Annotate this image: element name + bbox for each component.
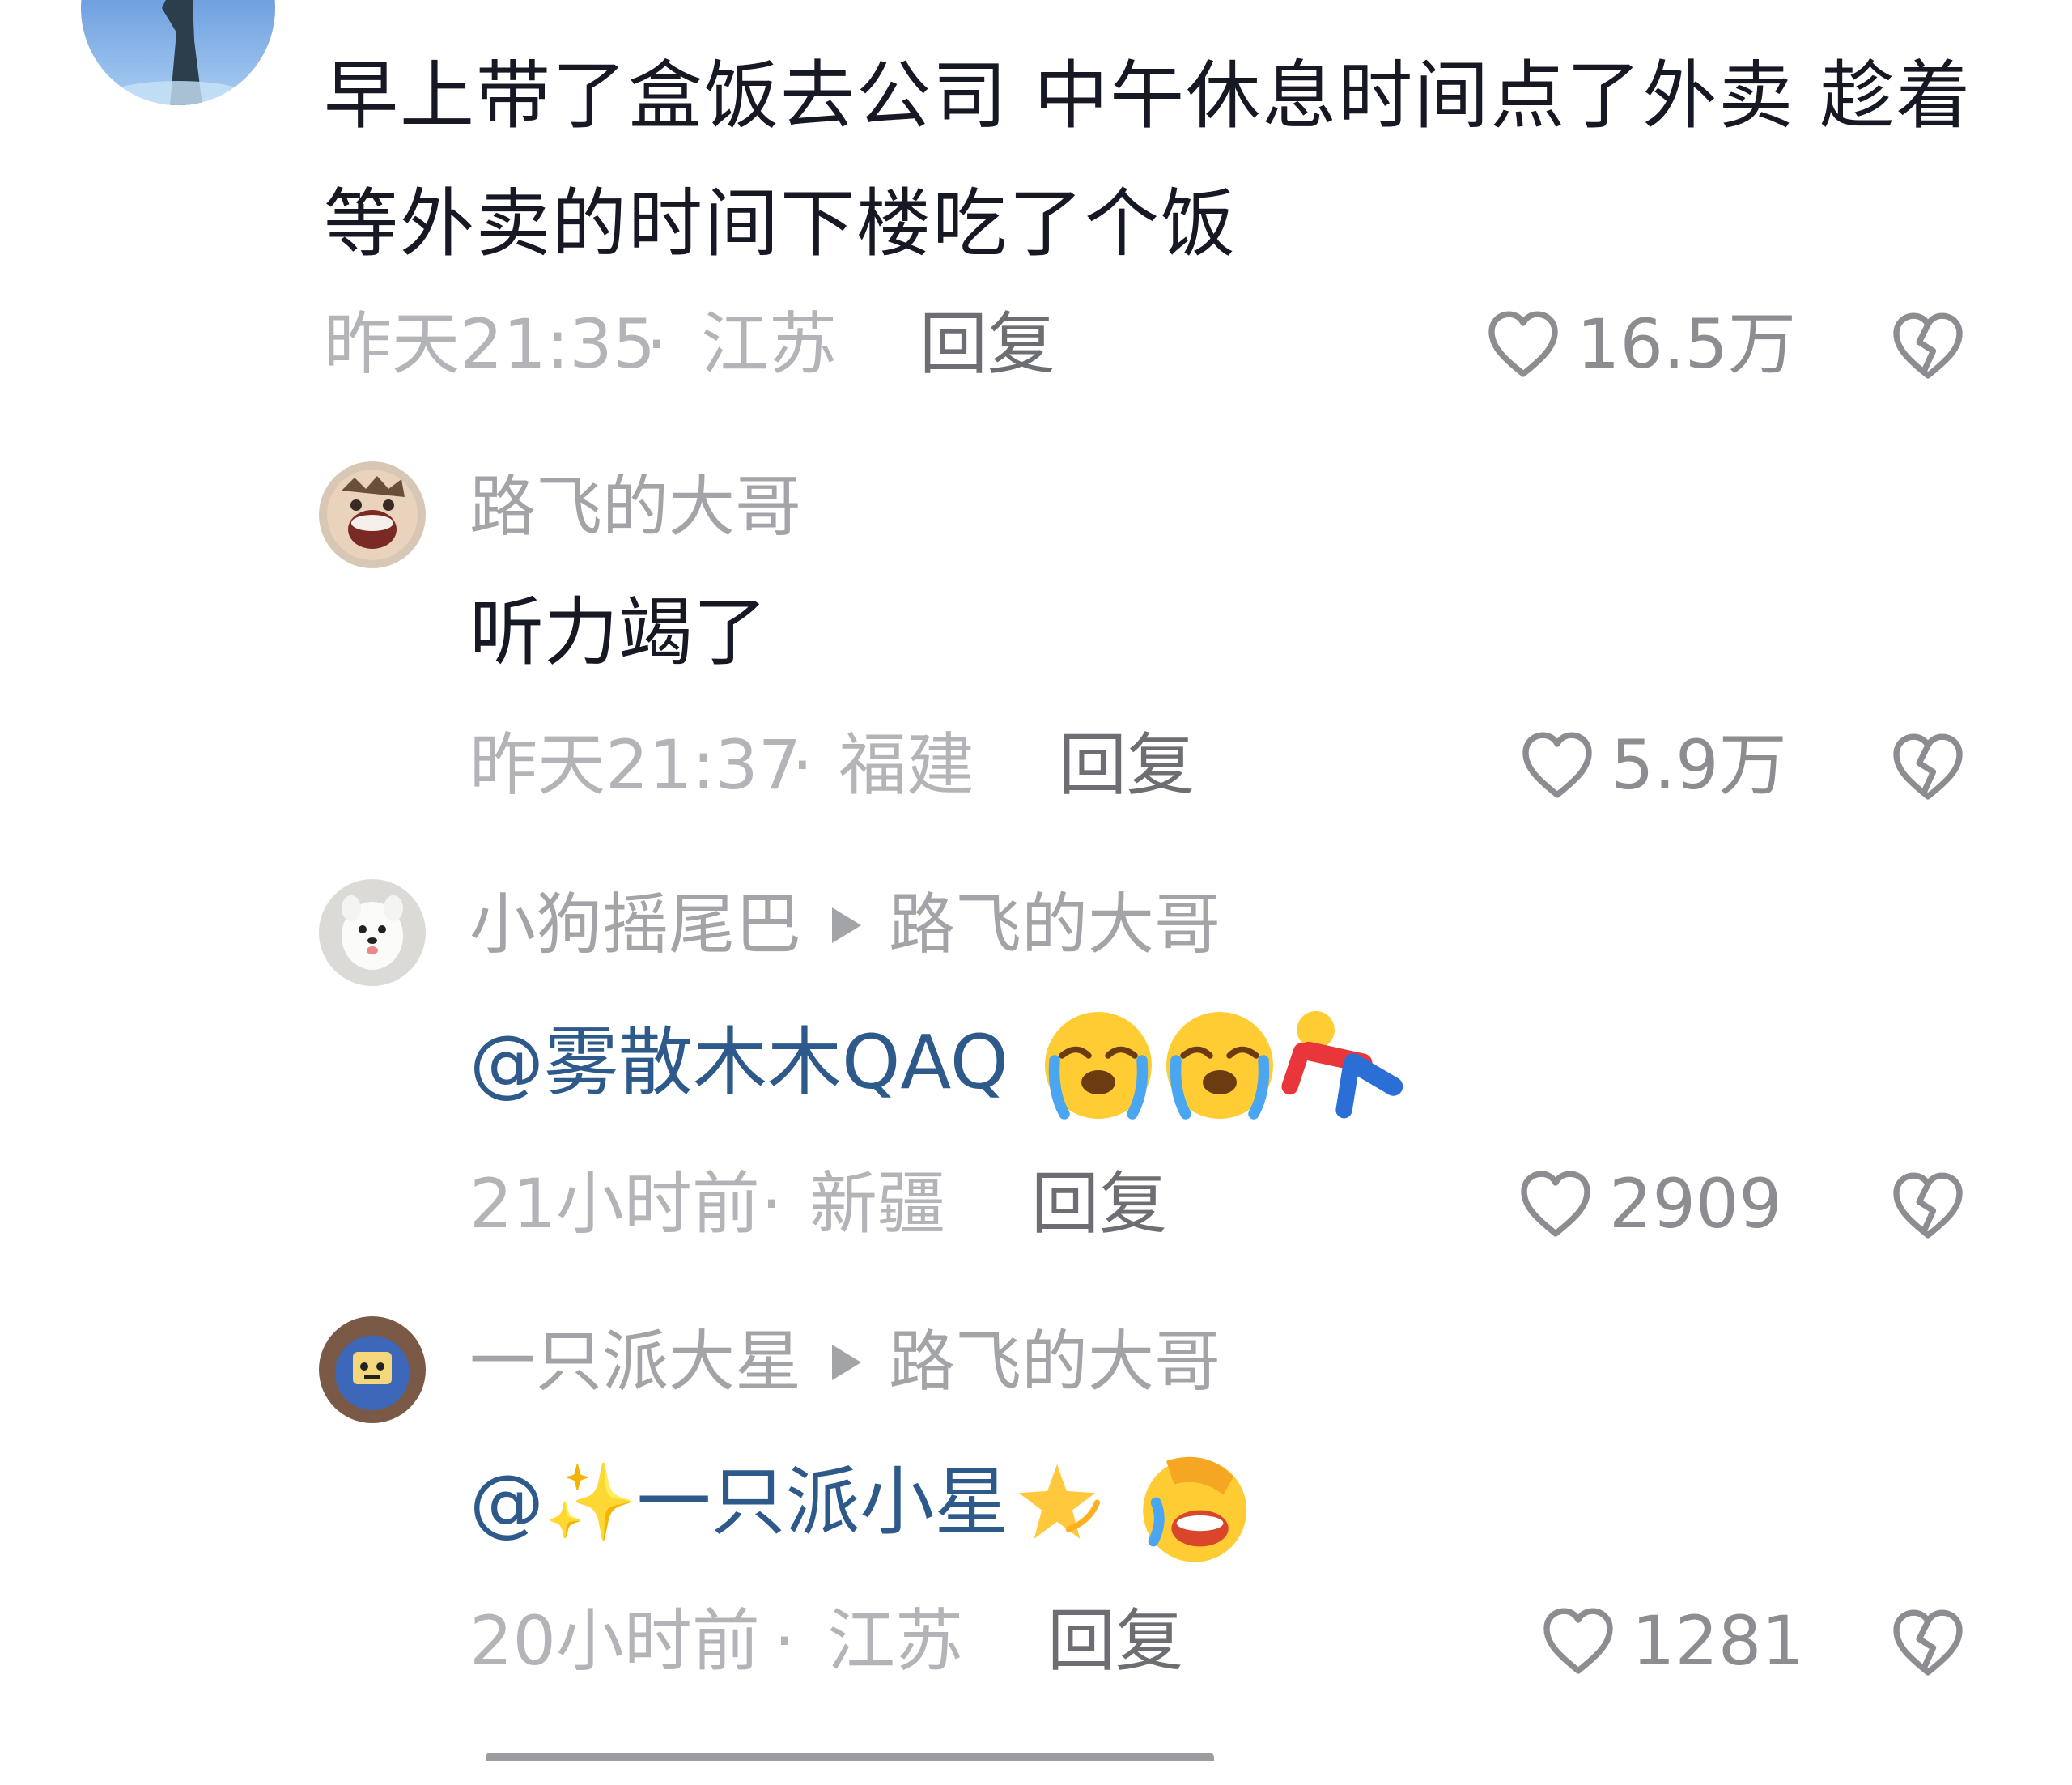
reply-arrow-icon — [832, 1345, 862, 1380]
reply-button[interactable]: 回复 — [1059, 720, 1195, 810]
avatar[interactable] — [81, 0, 275, 105]
heart-icon — [1521, 1171, 1590, 1237]
comment-meta: 昨天21:37 · 福建 回复 5.9万 — [469, 720, 2072, 810]
comment-meta: 21小时前 · 新疆 回复 2909 — [469, 1159, 2072, 1248]
crying-face-icon — [1166, 1012, 1274, 1120]
like-button[interactable]: 16.5万 — [1481, 300, 1796, 389]
comment-location: 新疆 — [809, 1164, 946, 1243]
author-name[interactable]: 路飞的大哥 — [469, 463, 801, 552]
comment-meta: 20小时前 · 江苏 回复 1281 — [469, 1596, 2072, 1685]
reply-author[interactable]: 一只派大星 路飞的大哥 — [469, 1318, 1221, 1407]
comment-time: 昨天21:35 — [324, 304, 656, 384]
heart-icon — [1522, 732, 1592, 798]
broken-heart-icon — [1893, 312, 1963, 379]
broken-heart-icon — [1893, 733, 1963, 800]
comment-text: 听力竭了 — [469, 576, 767, 690]
heart-icon — [1488, 311, 1558, 377]
reply-button[interactable]: 回复 — [919, 300, 1055, 389]
reply-arrow-icon — [832, 907, 862, 943]
broken-heart-icon — [1893, 1609, 1963, 1676]
reply-button[interactable]: 回复 — [1047, 1596, 1183, 1685]
broken-heart-icon — [1893, 1172, 1963, 1239]
separator-dot: · — [792, 725, 813, 805]
like-count: 1281 — [1632, 1601, 1805, 1681]
comment-meta: 昨天21:35 · 江苏 回复 16.5万 — [324, 300, 2072, 389]
author-name[interactable]: 一只派大星 — [469, 1318, 801, 1407]
comment-time: 20小时前 — [469, 1601, 760, 1681]
facepalm-laugh-icon — [1142, 1456, 1246, 1562]
dizzy-star-icon — [1018, 1464, 1100, 1539]
comment-location: 江苏 — [701, 304, 838, 384]
mention-link[interactable]: @✨一只派小星 — [469, 1446, 1009, 1559]
comment-text: @✨一只派小星 — [469, 1438, 1257, 1567]
falling-person-icon — [1281, 1011, 1403, 1119]
comment-text: @雾散木木QAQ — [469, 1002, 1410, 1124]
comment-time: 昨天21:37 — [469, 725, 802, 805]
mention-link[interactable]: @雾散木木QAQ — [469, 1006, 1008, 1120]
dislike-button[interactable] — [1886, 1600, 1970, 1685]
comment-thread: 早上带了盒饭去公司 中午休息时间点了外卖 趁着等外卖的时间下楼吃了个饭 昨天21… — [0, 0, 2072, 1765]
like-count: 2909 — [1609, 1164, 1782, 1243]
reply-content: 听力竭了 — [469, 589, 768, 676]
like-count: 5.9万 — [1611, 725, 1787, 805]
dislike-button[interactable] — [1886, 1163, 1970, 1247]
like-count: 16.5万 — [1577, 304, 1797, 384]
author-name[interactable]: 小狗摇尾巴 — [469, 881, 801, 970]
separator-dot: · — [646, 304, 668, 384]
heart-icon — [1543, 1608, 1613, 1674]
avatar[interactable] — [319, 461, 426, 568]
reply-author[interactable]: 路飞的大哥 — [469, 463, 801, 552]
separator-dot: · — [761, 1164, 783, 1243]
next-comment-peek — [486, 1753, 1214, 1785]
comment-location: 江苏 — [827, 1601, 964, 1681]
crying-face-icon — [1045, 1012, 1153, 1120]
comment-text: 早上带了盒饭去公司 中午休息时间点了外卖 趁着等外卖的时间下楼吃了个饭 — [324, 53, 1972, 267]
avatar[interactable] — [319, 1316, 426, 1423]
like-button[interactable]: 5.9万 — [1515, 720, 1787, 810]
reply-target-name[interactable]: 路飞的大哥 — [889, 1318, 1221, 1407]
reply-button[interactable]: 回复 — [1031, 1159, 1167, 1248]
dislike-button[interactable] — [1886, 304, 1970, 388]
avatar[interactable] — [319, 879, 426, 986]
like-button[interactable]: 2909 — [1514, 1159, 1782, 1248]
separator-dot: · — [774, 1601, 796, 1681]
dislike-button[interactable] — [1886, 725, 1970, 809]
comment-time: 21小时前 — [469, 1164, 760, 1243]
comment-location: 福建 — [839, 725, 975, 805]
like-button[interactable]: 1281 — [1536, 1596, 1805, 1685]
reply-target-name[interactable]: 路飞的大哥 — [889, 881, 1221, 970]
reply-author[interactable]: 小狗摇尾巴 路飞的大哥 — [469, 881, 1221, 970]
